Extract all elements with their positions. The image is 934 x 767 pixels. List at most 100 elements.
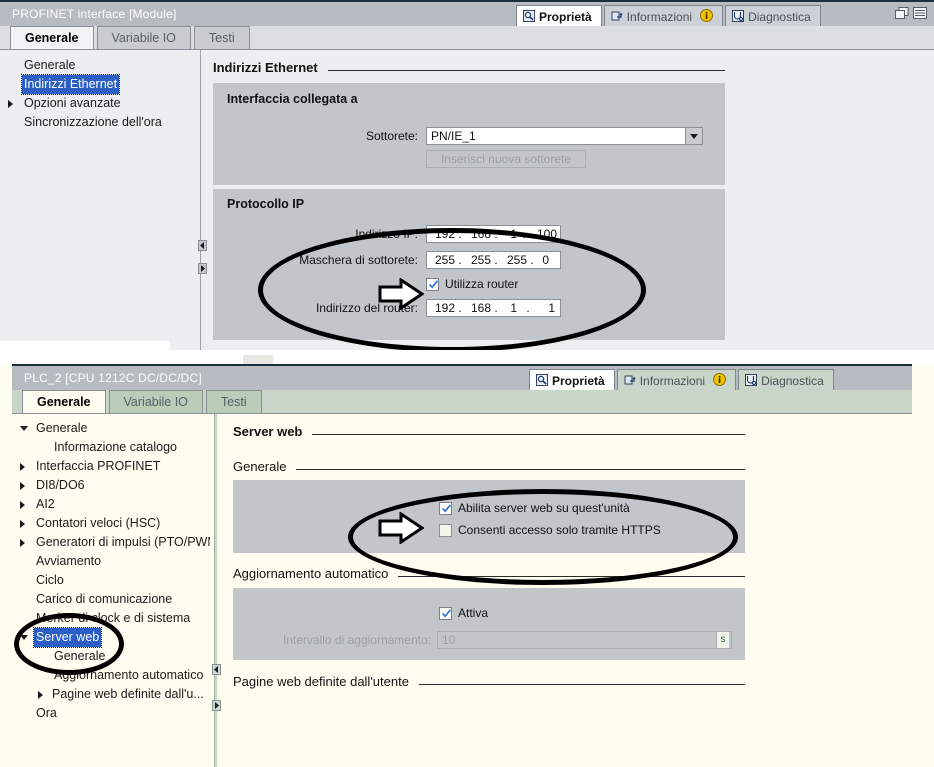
top-panel-window-buttons	[895, 7, 927, 19]
chevron-right-icon[interactable]	[20, 539, 25, 547]
tree-item-generale[interactable]: Generale	[0, 56, 196, 75]
sottorete-select[interactable]: PN/IE_1	[426, 127, 703, 145]
tree-item-label: Avviamento	[36, 554, 102, 568]
row-consenti-https: Consenti accesso solo tramite HTTPS	[439, 523, 661, 537]
chevron-right-icon[interactable]	[20, 482, 25, 490]
consenti-https-checkbox[interactable]	[439, 523, 452, 537]
utilizza-router-checkbox[interactable]	[426, 277, 439, 291]
tab-diagnostica-bottom[interactable]: Diagnostica	[738, 369, 834, 392]
top-panel-navigation-tree[interactable]: Generale Indirizzi Ethernet Opzioni avan…	[0, 50, 196, 350]
utilizza-router-label: Utilizza router	[445, 277, 519, 291]
chevron-down-icon[interactable]	[20, 635, 28, 640]
tab-informazioni-bottom[interactable]: Informazioni	[616, 369, 737, 392]
tree-item-merker-clock-sistema[interactable]: Merker di clock e di sistema	[12, 609, 210, 628]
profinet-interface-properties-panel: PROFINET interface [Module] Proprietà In…	[0, 0, 934, 350]
chevron-right-icon[interactable]	[20, 520, 25, 528]
row-utilizza-router: Utilizza router	[426, 277, 518, 291]
tab-variabile-io-bottom[interactable]: Variabile IO	[108, 390, 203, 413]
abilita-server-web-checkbox[interactable]	[439, 501, 452, 515]
maschera-label: Maschera di sottorete:	[299, 253, 418, 267]
ip-dot: .	[526, 301, 530, 315]
tab-label: Diagnostica	[748, 10, 811, 24]
tree-item-ora[interactable]: Ora	[12, 704, 210, 723]
indirizzo-ip-input[interactable]: 192 . 168 . 1 . 100	[426, 225, 561, 243]
tab-testi-bottom[interactable]: Testi	[205, 390, 262, 413]
splitter-expand-right-icon[interactable]	[198, 263, 207, 274]
tab-testi-top[interactable]: Testi	[193, 26, 250, 49]
section-rule	[398, 576, 745, 577]
tree-item-label: Sincronizzazione dell'ora	[24, 115, 162, 129]
group-aggiornamento-automatico: Attiva Intervallo di aggiornamento: 10 s	[233, 588, 745, 660]
attiva-checkbox[interactable]	[439, 606, 452, 620]
indirizzo-router-input[interactable]: 192 . 168 . 1 . 1	[426, 299, 561, 317]
tree-item-opzioni-avanzate[interactable]: Opzioni avanzate	[0, 94, 196, 113]
info-badge-icon	[700, 9, 714, 25]
tab-diagnostica-top[interactable]: Diagnostica	[725, 5, 821, 28]
list-view-icon[interactable]	[913, 7, 927, 19]
tab-generale-top[interactable]: Generale	[10, 26, 94, 49]
bottom-panel-splitter[interactable]	[210, 414, 221, 767]
splitter-expand-right-icon[interactable]	[212, 700, 221, 711]
tree-item-pagine-web-definite[interactable]: Pagine web definite dall'u...	[12, 685, 210, 704]
inserisci-nuova-sottorete-button[interactable]: Inserisci nuova sottorete	[426, 150, 586, 168]
tree-item-generatori-impulsi[interactable]: Generatori di impulsi (PTO/PWM)	[12, 533, 210, 552]
chevron-right-icon[interactable]	[8, 100, 13, 108]
tree-item-generale-web[interactable]: Generale	[12, 647, 210, 666]
tree-item-sincronizzazione-ora[interactable]: Sincronizzazione dell'ora	[0, 113, 196, 132]
tree-item-label: Server web	[32, 627, 103, 648]
maschera-sottorete-input[interactable]: 255 . 255 . 255 . 0	[426, 251, 561, 269]
tree-item-server-web[interactable]: Server web	[12, 627, 210, 648]
tree-item-indirizzi-ethernet[interactable]: Indirizzi Ethernet	[0, 74, 196, 95]
tab-proprieta-top[interactable]: Proprietà	[516, 5, 602, 28]
section-label: Aggiornamento automatico	[233, 566, 389, 581]
tab-variabile-io-top[interactable]: Variabile IO	[96, 26, 191, 49]
tab-label: Generale	[37, 395, 91, 409]
mask-octet-2: 255	[470, 253, 491, 267]
splitter-bar[interactable]	[214, 414, 218, 767]
chevron-right-icon[interactable]	[20, 501, 25, 509]
tree-item-carico-comunicazione[interactable]: Carico di comunicazione	[12, 590, 210, 609]
top-panel-splitter[interactable]	[196, 50, 207, 350]
tree-item-aggiornamento-automatico[interactable]: Aggiornamento automatico	[12, 666, 210, 685]
splitter-bar[interactable]	[200, 50, 204, 350]
tree-item-label: Merker di clock e di sistema	[36, 611, 191, 625]
tab-proprieta-bottom[interactable]: Proprietà	[529, 369, 615, 392]
title-rule	[327, 70, 725, 71]
row-indirizzo-ip: Indirizzo IP: 192 . 168 . 1 . 100	[213, 225, 725, 243]
tree-item-generale[interactable]: Generale	[12, 419, 210, 438]
chevron-down-icon[interactable]	[685, 128, 702, 144]
tree-item-ciclo[interactable]: Ciclo	[12, 571, 210, 590]
tree-item-label: Carico di comunicazione	[36, 592, 173, 606]
tree-item-di8-do6[interactable]: DI8/DO6	[12, 476, 210, 495]
chevron-down-icon[interactable]	[20, 426, 28, 431]
chevron-right-icon[interactable]	[38, 691, 43, 699]
tree-item-avviamento[interactable]: Avviamento	[12, 552, 210, 571]
router-octet-4: 1	[548, 301, 555, 315]
tree-item-label: Informazione catalogo	[54, 440, 177, 454]
router-octet-2: 168	[470, 301, 491, 315]
bottom-panel-content: Server web Generale Abilita server web s…	[221, 414, 912, 767]
chevron-right-icon[interactable]	[20, 463, 25, 471]
bottom-panel-navigation-tree[interactable]: Generale Informazione catalogo Interfacc…	[12, 414, 210, 767]
tree-item-label: Ora	[36, 706, 57, 720]
restore-window-icon[interactable]	[895, 7, 909, 19]
group-interfaccia-collegata: Interfaccia collegata a Sottorete: PN/IE…	[213, 83, 725, 185]
ip-dot: .	[458, 253, 462, 267]
tab-generale-bottom[interactable]: Generale	[22, 390, 106, 413]
properties-icon	[523, 9, 535, 25]
splitter-collapse-left-icon[interactable]	[198, 240, 207, 251]
page-title-text: Indirizzi Ethernet	[213, 60, 318, 75]
tree-item-informazione-catalogo[interactable]: Informazione catalogo	[12, 438, 210, 457]
information-icon	[624, 374, 636, 389]
tree-item-interfaccia-profinet[interactable]: Interfaccia PROFINET	[12, 457, 210, 476]
tree-item-ai2[interactable]: AI2	[12, 495, 210, 514]
intervallo-aggiornamento-input[interactable]: 10 s	[437, 631, 732, 649]
row-intervallo-aggiornamento: Intervallo di aggiornamento: 10 s	[233, 631, 745, 649]
tree-item-contatori-veloci[interactable]: Contatori veloci (HSC)	[12, 514, 210, 533]
ip-dot: .	[458, 301, 462, 315]
splitter-collapse-left-icon[interactable]	[212, 664, 221, 675]
diagnostics-icon	[745, 373, 758, 389]
ip-dot: .	[522, 227, 526, 241]
bottom-panel-title: PLC_2 [CPU 1212C DC/DC/DC]	[24, 371, 202, 385]
tab-informazioni-top[interactable]: Informazioni	[603, 5, 724, 28]
